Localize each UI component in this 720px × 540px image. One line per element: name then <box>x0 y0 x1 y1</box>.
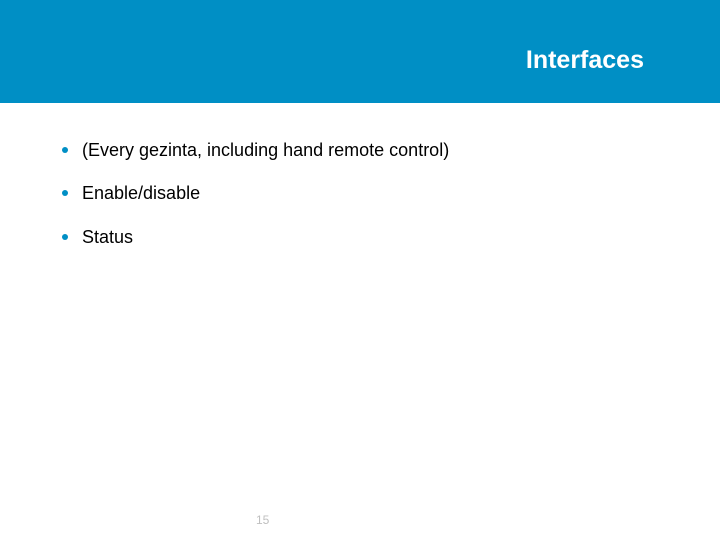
page-number: 15 <box>256 513 269 527</box>
bullet-icon <box>62 234 68 240</box>
bullet-text: Status <box>82 226 133 249</box>
bullet-text: Enable/disable <box>82 182 200 205</box>
bullet-text: (Every gezinta, including hand remote co… <box>82 139 449 162</box>
bullet-item: (Every gezinta, including hand remote co… <box>62 139 658 162</box>
slide: Interfaces (Every gezinta, including han… <box>0 0 720 540</box>
content-area: (Every gezinta, including hand remote co… <box>62 139 658 269</box>
title-bar: Interfaces <box>0 0 720 103</box>
bullet-item: Status <box>62 226 658 249</box>
bullet-icon <box>62 190 68 196</box>
slide-title: Interfaces <box>526 46 644 75</box>
bullet-icon <box>62 147 68 153</box>
bullet-item: Enable/disable <box>62 182 658 205</box>
